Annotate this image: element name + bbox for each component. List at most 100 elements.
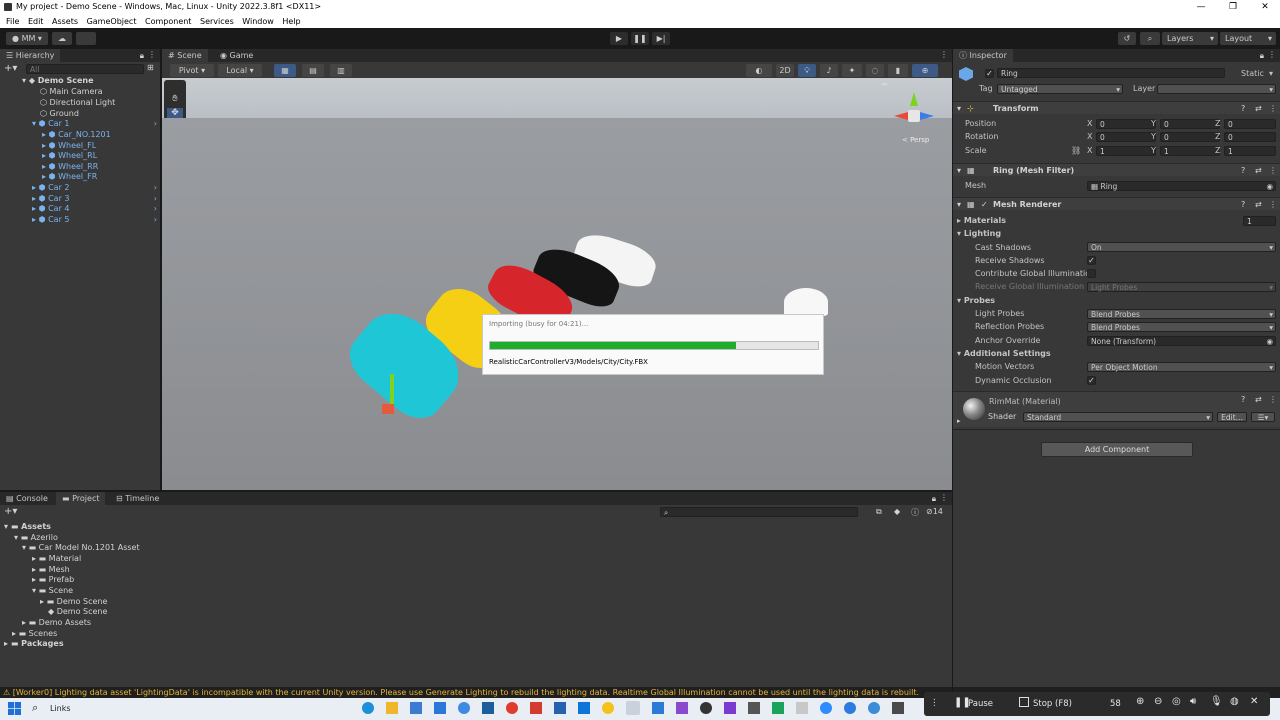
app-icon[interactable] xyxy=(796,702,808,714)
active-checkbox[interactable]: ✓ xyxy=(985,69,994,78)
tab-hierarchy[interactable]: ☰ Hierarchy xyxy=(0,49,61,62)
additional-settings-foldout[interactable]: ▾ Additional Settings xyxy=(957,348,1051,359)
kebab-menu-icon[interactable]: ⋮ xyxy=(1268,50,1276,59)
app-icon[interactable] xyxy=(724,702,736,714)
windows-start-icon[interactable] xyxy=(8,702,21,715)
link-icon[interactable]: ⛓︎ xyxy=(1071,145,1081,156)
camera-settings-button[interactable]: ▮ xyxy=(888,64,908,77)
photos-icon[interactable] xyxy=(458,702,470,714)
shader-edit-button[interactable]: Edit... xyxy=(1217,412,1247,422)
tab-console[interactable]: ▤ Console xyxy=(0,492,54,505)
snap-increment-button[interactable]: ▤ xyxy=(302,64,324,77)
chrome-icon[interactable] xyxy=(602,702,614,714)
cast-shadows-dropdown[interactable]: On ▾ xyxy=(1087,242,1276,252)
vscode-icon[interactable] xyxy=(652,702,664,714)
app-icon[interactable] xyxy=(892,702,904,714)
tab-inspector[interactable]: ⓘ Inspector xyxy=(953,49,1013,62)
search-by-type-icon[interactable]: ⧉ xyxy=(876,507,882,517)
gizmos-toggle[interactable]: ⊕ xyxy=(912,64,938,77)
local-dropdown[interactable]: Local ▾ xyxy=(218,64,262,77)
app-icon[interactable] xyxy=(700,702,712,714)
edge-icon[interactable] xyxy=(362,702,374,714)
taskbar-search-label[interactable]: Links xyxy=(50,704,71,713)
position-y-field[interactable]: 0 xyxy=(1160,119,1220,129)
filter-icon[interactable]: ⊞ xyxy=(147,63,154,72)
help-icon[interactable]: ? xyxy=(1241,198,1245,211)
app-icon[interactable] xyxy=(868,702,880,714)
foldout-arrow-icon[interactable]: ▸ xyxy=(957,417,961,425)
mesh-filter-header[interactable]: ▾ ▦ Ring (Mesh Filter) ? ⇄ ⋮ xyxy=(953,163,1280,176)
contribute-gi-checkbox[interactable] xyxy=(1087,269,1096,278)
status-bar[interactable]: ⚠ [Worker0] Lighting data asset 'Lightin… xyxy=(0,687,952,698)
snip-icon[interactable] xyxy=(578,702,590,714)
close-button[interactable]: ✕ xyxy=(1250,0,1280,14)
maximize-button[interactable]: ❐ xyxy=(1218,0,1248,14)
scale-y-field[interactable]: 1 xyxy=(1160,146,1220,156)
layers-dropdown[interactable]: Layers ▾ xyxy=(1162,32,1218,45)
component-menu-icon[interactable]: ⋮ xyxy=(1269,102,1277,115)
project-tree-item[interactable]: ▸ ▬ Material xyxy=(32,553,81,564)
collab-button[interactable] xyxy=(76,32,96,45)
draw-mode-button[interactable]: ◐ xyxy=(746,64,772,77)
menu-assets[interactable]: Assets xyxy=(46,14,78,26)
microphone-icon[interactable]: 🎙︎ xyxy=(1210,696,1223,707)
position-z-field[interactable]: 0 xyxy=(1224,119,1276,129)
app-icon[interactable] xyxy=(844,702,856,714)
orientation-gizmo[interactable]: < Persp xyxy=(890,84,940,146)
motion-vectors-dropdown[interactable]: Per Object Motion ▾ xyxy=(1087,362,1276,372)
ruler-button[interactable]: ▥ xyxy=(330,64,352,77)
object-name-input[interactable]: Ring xyxy=(997,68,1225,78)
powerpoint-icon[interactable] xyxy=(530,702,542,714)
hierarchy-item[interactable]: ▸ ⬢ Car 4 › xyxy=(32,203,160,214)
search-icon[interactable]: ⌕ xyxy=(32,701,38,715)
camera-icon[interactable]: ◎ xyxy=(1172,696,1181,707)
hierarchy-item[interactable]: ▸ ⬢ Car 2 › xyxy=(32,182,160,193)
scene-viewport[interactable]: ✋︎ ✥ ↻ ⧈ ⬚ ⊛ < Persp ═ xyxy=(162,78,952,490)
visibility-toggle[interactable]: ◌ xyxy=(866,64,884,77)
hierarchy-item[interactable]: ▸ ⬢ Car 5 › xyxy=(32,214,160,225)
project-tree-item[interactable]: ▸ ▬ Prefab xyxy=(32,574,74,585)
help-icon[interactable]: ? xyxy=(1241,395,1245,404)
receive-shadows-checkbox[interactable]: ✓ xyxy=(1087,256,1096,265)
add-object-button[interactable]: +▾ xyxy=(4,63,17,74)
rotation-z-field[interactable]: 0 xyxy=(1224,132,1276,142)
store-icon[interactable] xyxy=(410,702,422,714)
rotation-x-field[interactable]: 0 xyxy=(1096,132,1156,142)
hierarchy-item[interactable]: ▾ ◆ Demo Scene xyxy=(22,75,160,86)
project-tree-item[interactable]: ▾ ▬ Assets xyxy=(4,521,51,532)
mesh-field[interactable]: ▦ Ring ◉ xyxy=(1087,181,1276,191)
hierarchy-search-input[interactable]: All xyxy=(26,64,144,74)
cloud-button[interactable]: ☁ xyxy=(52,32,72,45)
app-icon[interactable] xyxy=(772,702,784,714)
lock-icon[interactable]: 🔒︎ xyxy=(932,494,936,504)
transform-header[interactable]: ▾ ⊹ Transform ? ⇄ ⋮ xyxy=(953,101,1280,114)
pause-button[interactable]: ❚❚ xyxy=(631,32,649,45)
pivot-dropdown[interactable]: Pivot ▾ xyxy=(170,64,214,77)
audio-toggle[interactable]: ♪ xyxy=(820,64,838,77)
menu-services[interactable]: Services xyxy=(194,14,234,26)
help-icon[interactable]: ? xyxy=(1241,102,1245,115)
kebab-menu-icon[interactable]: ⋮ xyxy=(940,493,948,502)
hierarchy-item[interactable]: ▸ ⬢ Wheel_RL xyxy=(42,150,97,161)
kebab-menu-icon[interactable]: ⋮ xyxy=(940,50,948,59)
info-icon[interactable]: ⓘ xyxy=(911,507,919,518)
probes-foldout[interactable]: ▾ Probes xyxy=(957,295,995,306)
tag-dropdown[interactable]: Untagged ▾ xyxy=(997,84,1123,94)
project-tree-item[interactable]: ▸ ▬ Demo Assets xyxy=(22,617,91,628)
play-button[interactable]: ▶ xyxy=(610,32,628,45)
preset-icon[interactable]: ⇄ xyxy=(1255,395,1262,404)
lock-icon[interactable]: 🔒︎ xyxy=(1260,51,1264,61)
search-button[interactable]: ⌕ xyxy=(1140,32,1160,45)
menu-gameobject[interactable]: GameObject xyxy=(81,14,137,26)
office-icon[interactable] xyxy=(506,702,518,714)
project-tree-item[interactable]: ◆ Demo Scene xyxy=(48,606,107,617)
preset-icon[interactable]: ⇄ xyxy=(1255,198,1262,211)
preset-icon[interactable]: ⇄ xyxy=(1255,102,1262,115)
project-tree-item[interactable]: ▸ ▬ Packages xyxy=(4,638,64,649)
visual-studio-icon[interactable] xyxy=(676,702,688,714)
component-menu-icon[interactable]: ⋮ xyxy=(1269,395,1277,404)
tab-timeline[interactable]: ⊟ Timeline xyxy=(110,492,165,505)
reflection-probes-dropdown[interactable]: Blend Probes ▾ xyxy=(1087,322,1276,332)
static-dropdown[interactable]: ▾ xyxy=(1269,68,1273,79)
tab-game[interactable]: ◉ Game xyxy=(214,49,259,62)
